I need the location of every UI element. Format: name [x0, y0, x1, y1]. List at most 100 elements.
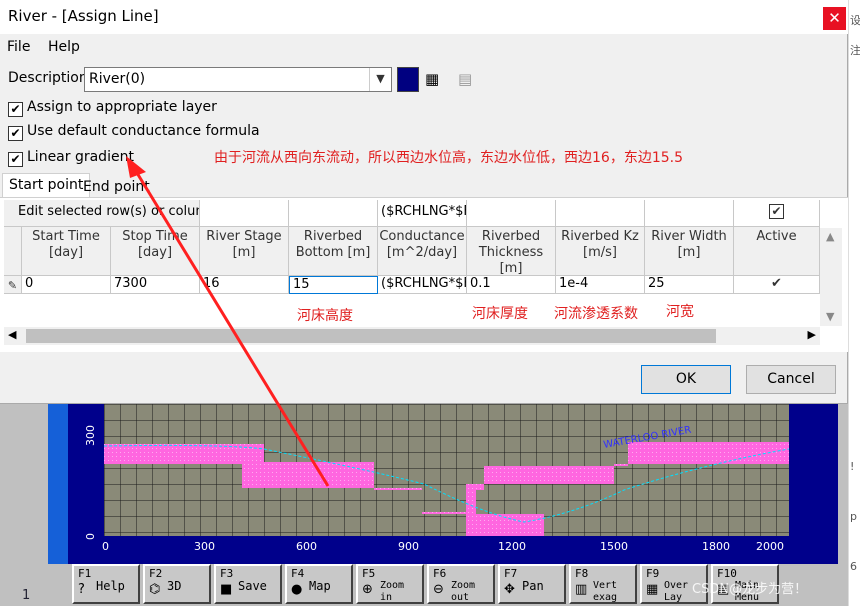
- attributes-icon[interactable]: ▦: [425, 70, 439, 88]
- annotation-thickness: 河床厚度: [472, 306, 528, 322]
- side-text: 设: [850, 14, 860, 27]
- linear-gradient-checkbox-row[interactable]: ✔ Linear gradient: [8, 149, 134, 167]
- f6-zoom-out-button[interactable]: F6 ⊖ Zoom out: [427, 564, 495, 604]
- fkey-key: F4: [291, 567, 305, 580]
- fkey-label: 3D: [167, 579, 182, 593]
- side-text: p: [850, 510, 857, 523]
- y-tick: 0: [84, 533, 97, 540]
- fkey-label: Help: [96, 579, 125, 593]
- save-icon: ■: [220, 582, 233, 597]
- checkbox-icon: ✔: [769, 204, 784, 219]
- x-tick: 1200: [498, 540, 526, 553]
- edit-conductance-formula[interactable]: ($RCHLNG*$F: [378, 200, 467, 227]
- scroll-right-icon[interactable]: ▶: [808, 328, 816, 341]
- x-tick: 300: [194, 540, 215, 553]
- pan-icon: ✥: [504, 582, 515, 597]
- col-river-stage[interactable]: River Stage [m]: [200, 227, 289, 276]
- cell-conductance[interactable]: ($RCHLNG*$F: [378, 276, 467, 294]
- 3d-icon: ⌬: [149, 582, 161, 597]
- close-icon: ✕: [828, 9, 841, 27]
- col-river-width[interactable]: River Width [m]: [645, 227, 734, 276]
- default-conductance-checkbox-row[interactable]: ✔ Use default conductance formula: [8, 123, 260, 141]
- edit-kz[interactable]: [556, 200, 645, 227]
- fkey-key: F7: [504, 567, 518, 580]
- f7-pan-button[interactable]: F7 ✥ Pan: [498, 564, 566, 604]
- edit-start-time[interactable]: [200, 200, 289, 227]
- f1-help-button[interactable]: F1? Help: [72, 564, 140, 604]
- f3-save-button[interactable]: F3 ■ Save: [214, 564, 282, 604]
- horizontal-scrollbar[interactable]: ◀ ▶: [4, 327, 820, 345]
- paste-icon[interactable]: ▤: [458, 70, 472, 88]
- vertical-scrollbar[interactable]: ▲ ▼: [820, 228, 842, 326]
- col-stop-time[interactable]: Stop Time [day]: [111, 227, 200, 276]
- cell-river-width[interactable]: 25: [645, 276, 734, 294]
- zoom-in-icon: ⊕: [362, 582, 373, 597]
- col-riverbed-kz[interactable]: Riverbed Kz [m/s]: [556, 227, 645, 276]
- edit-active-checkbox[interactable]: ✔: [734, 200, 820, 227]
- background-side-panel: 设 注 ! p 6: [848, 0, 860, 606]
- watermark: CSDN@龙步为营！: [692, 582, 808, 597]
- x-tick: 600: [296, 540, 317, 553]
- row-header-corner: [4, 227, 22, 276]
- color-picker-button[interactable]: [397, 67, 419, 92]
- model-grid: [104, 404, 789, 536]
- fkey-key: F6: [433, 567, 447, 580]
- scrollbar-thumb[interactable]: [26, 329, 716, 343]
- row-edit-icon: ✎: [4, 276, 22, 294]
- cancel-button[interactable]: Cancel: [746, 365, 836, 394]
- menu-file[interactable]: File: [7, 39, 30, 55]
- edit-stop-time[interactable]: [289, 200, 378, 227]
- tab-end-point[interactable]: End point: [77, 176, 156, 200]
- cell-start-time[interactable]: 0: [22, 276, 111, 294]
- cell-riverbed-thickness[interactable]: 0.1: [467, 276, 556, 294]
- assign-layer-checkbox[interactable]: ✔: [8, 102, 23, 117]
- menu-bar: File Help: [0, 36, 848, 60]
- overlay-icon: ▦: [646, 582, 659, 597]
- fkey-label: Save: [238, 579, 267, 593]
- background-number: 1: [22, 588, 31, 603]
- title-bar: River - [Assign Line] ✕: [0, 0, 848, 34]
- assign-layer-checkbox-row[interactable]: ✔ Assign to appropriate layer: [8, 99, 217, 117]
- f8-vert-exag-button[interactable]: F8 ▥ Vert exag: [569, 564, 637, 604]
- linear-gradient-checkbox[interactable]: ✔: [8, 152, 23, 167]
- col-start-time[interactable]: Start Time [day]: [22, 227, 111, 276]
- f2-3d-button[interactable]: F2 ⌬ 3D: [143, 564, 211, 604]
- chevron-down-icon[interactable]: ▼: [369, 68, 391, 91]
- col-riverbed-bottom[interactable]: Riverbed Bottom [m]: [289, 227, 378, 276]
- scroll-left-icon[interactable]: ◀: [8, 328, 16, 341]
- fkey-label: Zoom in: [380, 580, 405, 603]
- close-button[interactable]: ✕: [823, 7, 846, 30]
- annotation-riverbed-bottom: 河床高度: [297, 308, 353, 324]
- x-tick: 0: [102, 540, 109, 553]
- fkey-key: F1: [78, 567, 92, 580]
- x-tick: 2000: [756, 540, 784, 553]
- cell-river-stage[interactable]: 16: [200, 276, 289, 294]
- description-label: Description:: [8, 70, 93, 86]
- window-title: River - [Assign Line]: [8, 7, 159, 25]
- parameter-grid: Edit selected row(s) or column: ($RCHLNG…: [4, 200, 820, 348]
- description-value: River(0): [89, 71, 146, 87]
- f5-zoom-in-button[interactable]: F5 ⊕ Zoom in: [356, 564, 424, 604]
- cell-riverbed-bottom[interactable]: 15: [289, 276, 378, 294]
- f4-map-button[interactable]: F4 ● Map: [285, 564, 353, 604]
- menu-help[interactable]: Help: [48, 39, 80, 55]
- col-conductance[interactable]: Conductance [m^2/day]: [378, 227, 467, 276]
- default-conductance-checkbox[interactable]: ✔: [8, 126, 23, 141]
- ok-button[interactable]: OK: [641, 365, 731, 394]
- description-combobox[interactable]: River(0) ▼: [84, 67, 392, 92]
- edit-width[interactable]: [645, 200, 734, 227]
- x-tick: 1500: [600, 540, 628, 553]
- col-riverbed-thickness[interactable]: Riverbed Thickness [m]: [467, 227, 556, 276]
- fkey-label: Zoom out: [451, 580, 476, 603]
- side-text: 6: [850, 560, 857, 573]
- scroll-down-icon[interactable]: ▼: [826, 310, 834, 323]
- cell-riverbed-kz[interactable]: 1e-4: [556, 276, 645, 294]
- col-active[interactable]: Active: [734, 227, 820, 276]
- cell-stop-time[interactable]: 7300: [111, 276, 200, 294]
- map-frame-strip: [48, 404, 68, 564]
- edit-thickness[interactable]: [467, 200, 556, 227]
- river-map-plot[interactable]: WATERLOO RIVER: [104, 404, 789, 536]
- y-tick: 300: [84, 425, 97, 446]
- scroll-up-icon[interactable]: ▲: [826, 230, 834, 243]
- cell-active-checkbox[interactable]: ✔: [734, 276, 820, 294]
